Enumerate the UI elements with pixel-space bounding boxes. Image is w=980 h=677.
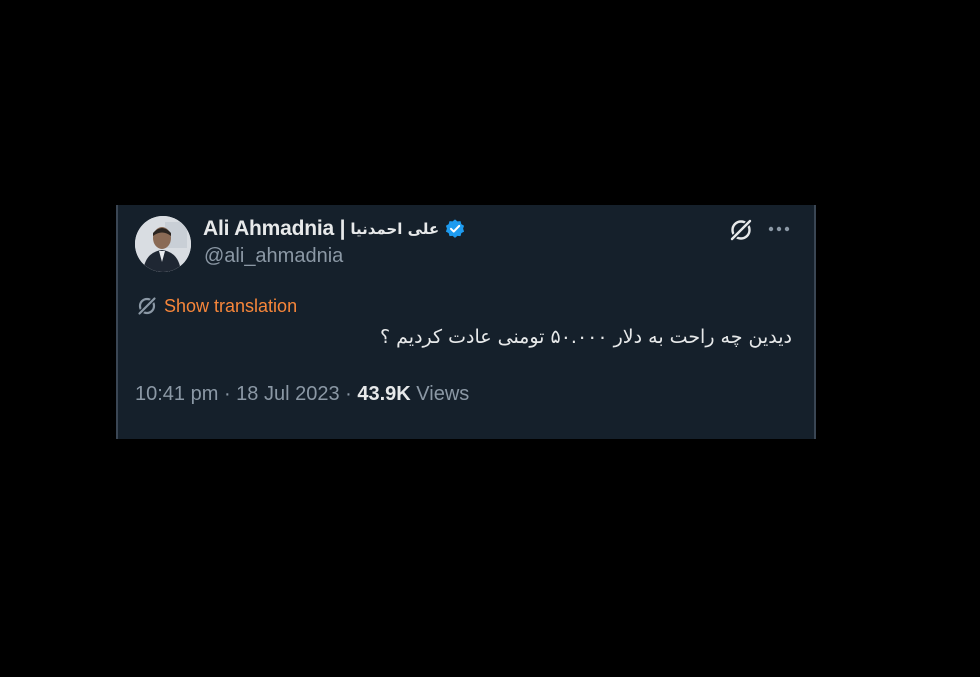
tweet-date[interactable]: 18 Jul 2023: [236, 383, 339, 405]
translate-icon: [136, 295, 158, 317]
avatar[interactable]: [135, 216, 191, 272]
tweet-text: دیدین چه راحت به دلار ۵۰.۰۰۰ تومنی عادت …: [380, 326, 792, 348]
grok-icon[interactable]: [728, 217, 754, 243]
author-name-row[interactable]: Ali Ahmadnia | علی احمدنیا: [203, 215, 466, 243]
show-translation-link[interactable]: Show translation: [136, 295, 297, 317]
meta-separator: ·: [339, 383, 358, 405]
meta-separator: ·: [218, 383, 237, 405]
verified-badge-icon: [446, 219, 465, 238]
avatar-image: [135, 216, 191, 272]
show-translation-label[interactable]: Show translation: [164, 296, 297, 317]
author-handle[interactable]: @ali_ahmadnia: [204, 245, 343, 268]
tweet-metadata: 10:41 pm · 18 Jul 2023 · 43.9K Views: [135, 383, 469, 406]
author-display-name-persian[interactable]: علی احمدنیا: [350, 220, 439, 238]
tweet-card: Ali Ahmadnia | علی احمدنیا @ali_ahmadnia…: [116, 205, 816, 439]
more-options-icon[interactable]: [766, 219, 792, 239]
author-display-name[interactable]: Ali Ahmadnia |: [203, 217, 346, 241]
views-count[interactable]: 43.9K: [357, 383, 410, 405]
views-label[interactable]: Views: [411, 383, 469, 405]
tweet-time[interactable]: 10:41 pm: [135, 383, 218, 405]
